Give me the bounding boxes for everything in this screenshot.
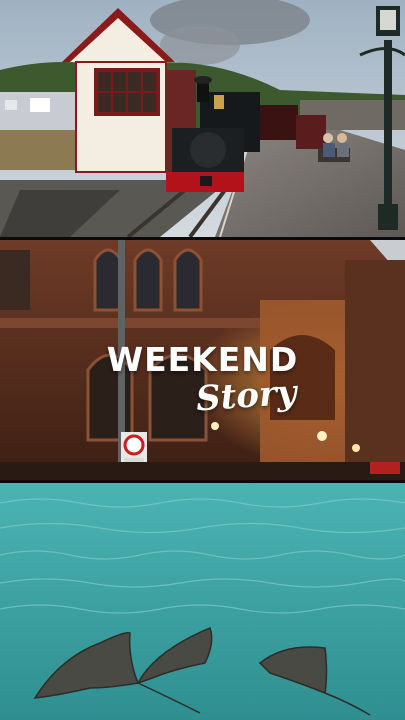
brick-building-night-photo <box>0 240 405 480</box>
stingrays-water-photo <box>0 483 405 720</box>
water-scene <box>0 483 405 720</box>
building-scene <box>0 240 405 480</box>
story-collage: WEEKEND Story <box>0 0 405 720</box>
steam-train-station-photo <box>0 0 405 237</box>
train-scene <box>0 0 405 237</box>
